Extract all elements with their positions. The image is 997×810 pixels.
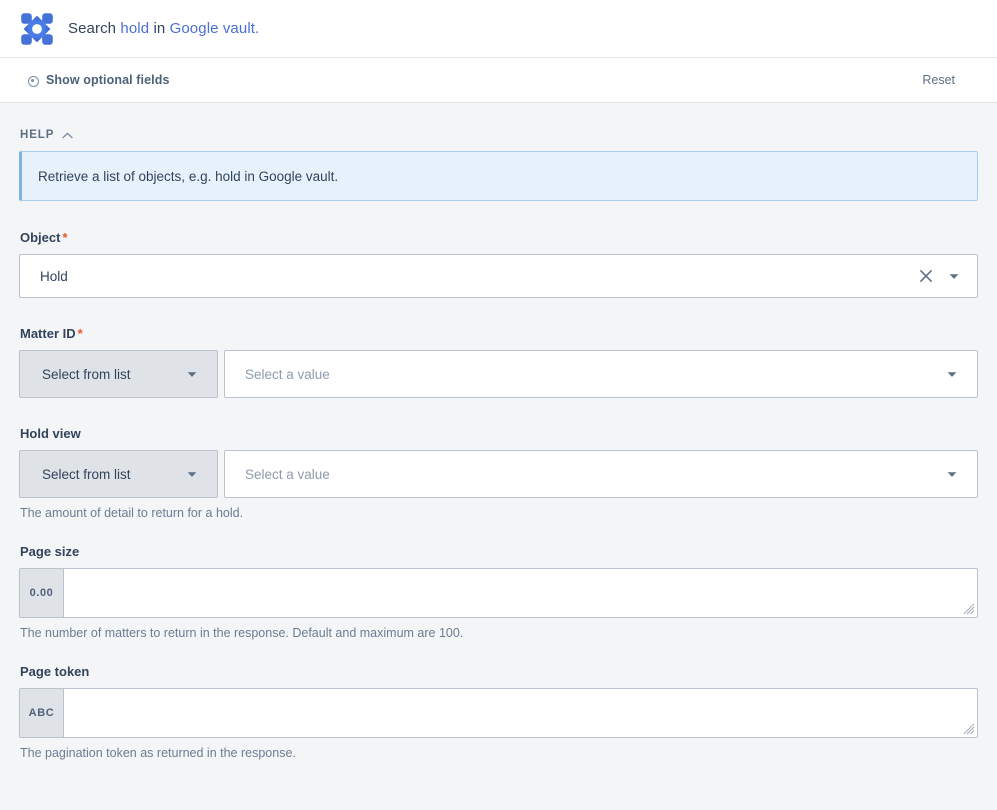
- required-marker: *: [78, 326, 83, 341]
- hold-view-value-select[interactable]: Select a value: [224, 450, 978, 498]
- field-matter-id-label: Matter ID*: [20, 326, 978, 341]
- field-page-size-label-text: Page size: [20, 544, 79, 559]
- eye-icon: [28, 75, 39, 86]
- object-selected-value: Hold: [40, 269, 915, 284]
- matter-id-source-label: Select from list: [42, 367, 131, 382]
- show-optional-fields-label: Show optional fields: [46, 73, 170, 87]
- field-object-label-text: Object: [20, 230, 60, 245]
- hold-view-source-button[interactable]: Select from list: [19, 450, 218, 498]
- field-page-token-label: Page token: [20, 664, 978, 679]
- field-object-label: Object*: [20, 230, 978, 245]
- hold-view-value-placeholder: Select a value: [245, 467, 945, 482]
- field-page-size-label: Page size: [20, 544, 978, 559]
- page-token-hint: The pagination token as returned in the …: [20, 746, 978, 760]
- matter-id-value-select[interactable]: Select a value: [224, 350, 978, 398]
- caret-down-icon: [185, 367, 199, 381]
- field-hold-view-label: Hold view: [20, 426, 978, 441]
- matter-id-row: Select from list Select a value: [19, 350, 978, 398]
- app-header: Search hold in Google vault.: [0, 0, 997, 58]
- caret-down-icon: [185, 467, 199, 481]
- field-matter-id: Matter ID* Select from list Select a val…: [19, 326, 978, 398]
- field-object: Object* Hold: [19, 230, 978, 298]
- form-toolbar: Show optional fields Reset: [0, 58, 997, 103]
- chevron-up-icon: [62, 132, 73, 139]
- field-matter-id-label-text: Matter ID: [20, 326, 76, 341]
- required-marker: *: [62, 230, 67, 245]
- caret-down-icon: [945, 467, 959, 481]
- title-search-term[interactable]: hold: [120, 20, 149, 37]
- caret-down-icon: [945, 367, 959, 381]
- hold-view-hint: The amount of detail to return for a hol…: [20, 506, 978, 520]
- field-hold-view-label-text: Hold view: [20, 426, 81, 441]
- title-prefix: Search: [68, 20, 120, 37]
- help-text-box: Retrieve a list of objects, e.g. hold in…: [19, 151, 978, 201]
- page-size-input-row: 0.00: [19, 568, 978, 618]
- help-section-label: HELP: [20, 129, 54, 141]
- hold-view-source-label: Select from list: [42, 467, 131, 482]
- page-size-hint: The number of matters to return in the r…: [20, 626, 978, 640]
- field-page-size: Page size 0.00 The number of matters to …: [19, 544, 978, 640]
- form-body: HELP Retrieve a list of objects, e.g. ho…: [0, 103, 997, 810]
- field-hold-view: Hold view Select from list Select a valu…: [19, 426, 978, 520]
- page-title: Search hold in Google vault.: [68, 20, 259, 37]
- help-section-toggle[interactable]: HELP: [20, 129, 978, 141]
- close-icon[interactable]: [915, 265, 937, 287]
- page-size-input[interactable]: [64, 569, 977, 617]
- text-type-badge: ABC: [20, 689, 64, 737]
- title-middle: in: [149, 20, 169, 37]
- field-page-token: Page token ABC The pagination token as r…: [19, 664, 978, 760]
- reset-button[interactable]: Reset: [922, 73, 977, 87]
- google-vault-icon: [20, 12, 54, 46]
- caret-down-icon[interactable]: [947, 269, 961, 283]
- page-token-input-row: ABC: [19, 688, 978, 738]
- matter-id-value-placeholder: Select a value: [245, 367, 945, 382]
- object-combobox[interactable]: Hold: [19, 254, 978, 298]
- show-optional-fields-button[interactable]: Show optional fields: [28, 73, 170, 87]
- title-target-app[interactable]: Google vault.: [170, 20, 260, 37]
- help-text: Retrieve a list of objects, e.g. hold in…: [38, 169, 338, 184]
- number-type-badge: 0.00: [20, 569, 64, 617]
- page-token-input[interactable]: [64, 689, 977, 737]
- matter-id-source-button[interactable]: Select from list: [19, 350, 218, 398]
- hold-view-row: Select from list Select a value: [19, 450, 978, 498]
- field-page-token-label-text: Page token: [20, 664, 89, 679]
